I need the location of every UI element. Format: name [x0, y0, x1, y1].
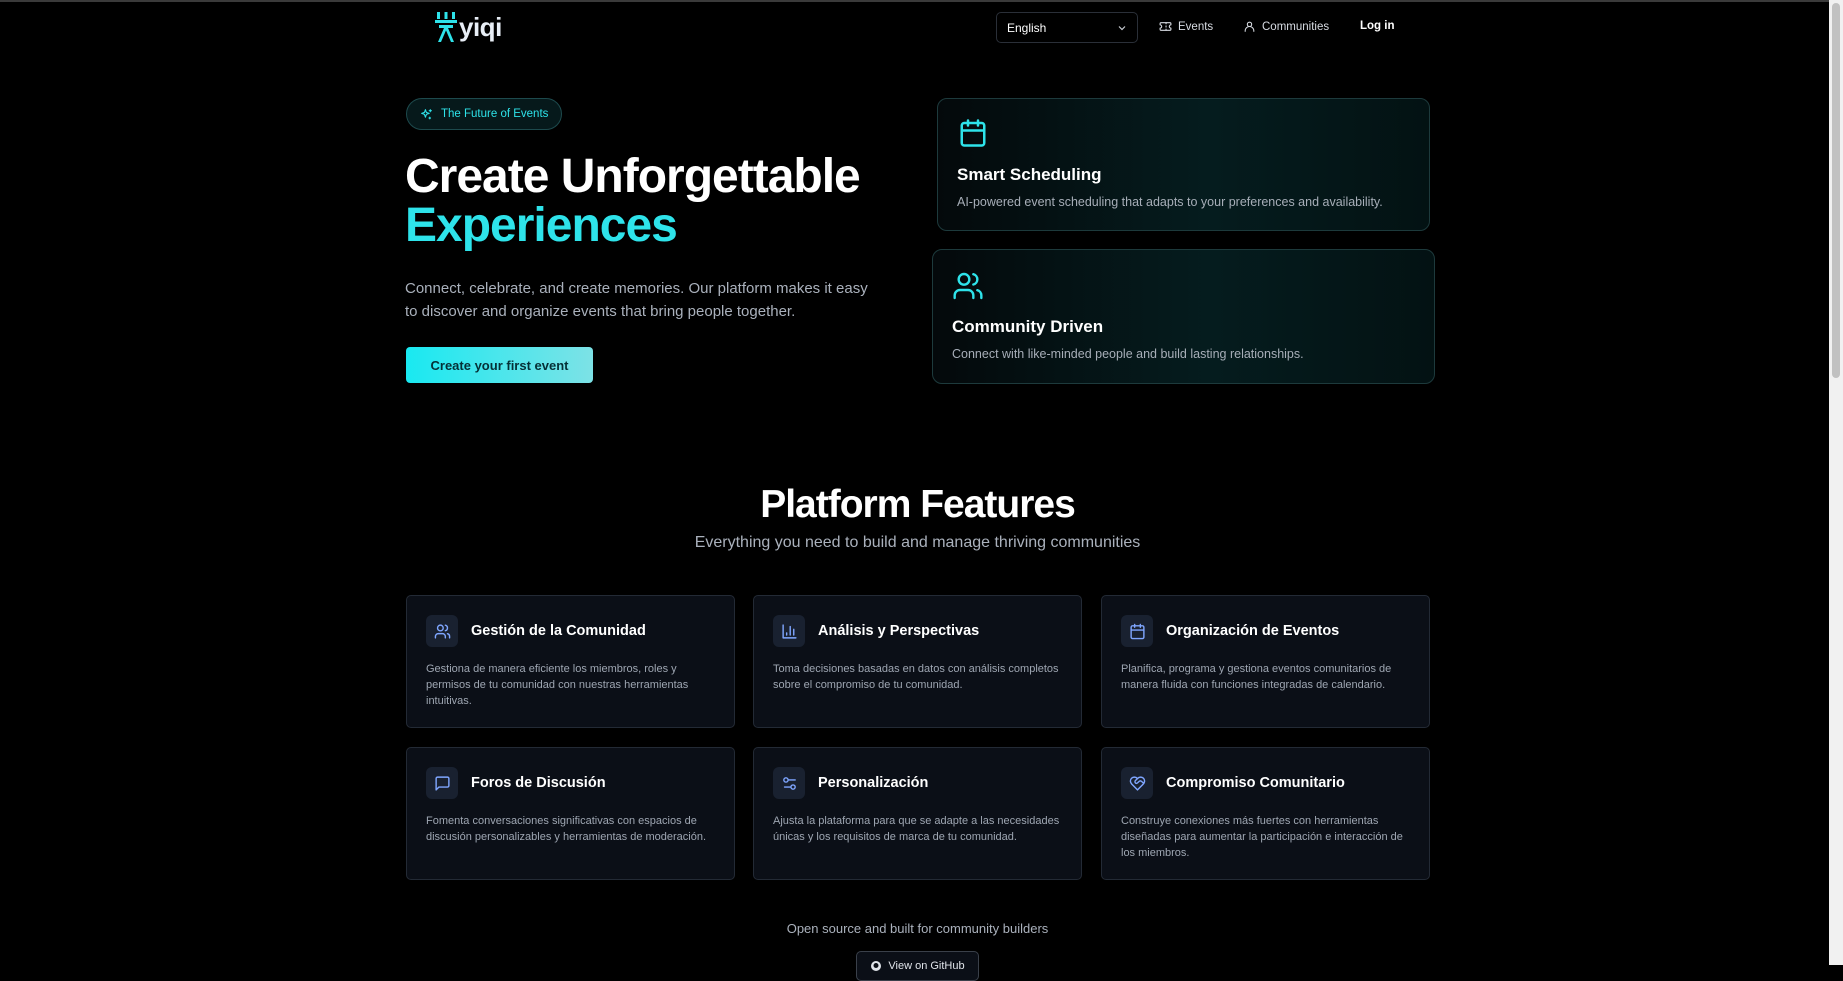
smart-scheduling-title: Smart Scheduling — [957, 165, 1102, 184]
create-first-event-button[interactable]: Create your first event — [406, 347, 593, 383]
github-icon — [871, 961, 882, 971]
logo-mark-icon — [435, 12, 457, 42]
features-heading: Platform Features — [760, 483, 1076, 526]
feature-desc: Construye conexiones más fuertes con her… — [1121, 815, 1403, 859]
feature-desc: Toma decisiones basadas en datos con aná… — [773, 663, 1059, 691]
feature-card-customization: Personalización Ajusta la plataforma par… — [753, 747, 1082, 880]
smart-scheduling-desc: AI-powered event scheduling that adapts … — [957, 195, 1383, 209]
nav-communities-label: Communities — [1262, 20, 1330, 33]
scrollbar-thumb[interactable] — [1832, 3, 1840, 378]
feature-title: Foros de Discusión — [471, 775, 606, 791]
feature-card-analytics: Análisis y Perspectivas Toma decisiones … — [753, 595, 1082, 728]
language-select-value: English — [1007, 20, 1047, 35]
feature-title: Organización de Eventos — [1166, 623, 1340, 639]
logo-text: yiqi — [459, 12, 502, 42]
feature-desc: Fomenta conversaciones significativas co… — [426, 815, 707, 843]
feature-card-community-management: Gestión de la Comunidad Gestiona de mane… — [406, 595, 735, 728]
login-link[interactable]: Log in — [1360, 20, 1395, 32]
future-badge-label: The Future of Events — [441, 108, 549, 120]
page-scrollbar[interactable] — [1829, 0, 1843, 965]
hero-title: Create Unforgettable Experiences — [405, 150, 861, 252]
language-select[interactable]: English — [996, 12, 1138, 43]
message-square-icon — [426, 767, 458, 799]
feature-desc: Planifica, programa y gestiona eventos c… — [1121, 663, 1392, 691]
hero-subtitle: Connect, celebrate, and create memories.… — [405, 280, 868, 320]
nav-events-label: Events — [1178, 20, 1214, 33]
feature-desc: Ajusta la plataforma para que se adapte … — [773, 815, 1060, 843]
view-on-github-button[interactable]: View on GitHub — [856, 951, 979, 981]
feature-card-event-organization: Organización de Eventos Planifica, progr… — [1101, 595, 1430, 728]
community-driven-title: Community Driven — [952, 317, 1104, 336]
users-icon — [953, 272, 983, 300]
community-driven-card: Community Driven Connect with like-minde… — [932, 249, 1435, 384]
nav-events[interactable]: Events — [1159, 20, 1213, 33]
calendar-icon — [1121, 615, 1153, 647]
nav-communities[interactable]: Communities — [1243, 20, 1329, 33]
smart-scheduling-card: Smart Scheduling AI-powered event schedu… — [937, 98, 1430, 231]
logo[interactable]: yiqi — [435, 11, 502, 43]
feature-title: Gestión de la Comunidad — [471, 623, 646, 639]
sparkles-icon — [421, 108, 432, 119]
open-source-text: Open source and built for community buil… — [786, 921, 1049, 936]
feature-card-discussion-forums: Foros de Discusión Fomenta conversacione… — [406, 747, 735, 880]
window-top-border — [0, 0, 1843, 2]
bar-chart-icon — [773, 615, 805, 647]
calendar-icon — [960, 119, 986, 147]
heart-handshake-icon — [1121, 767, 1153, 799]
features-subheading: Everything you need to build and manage … — [694, 534, 1141, 551]
future-badge: The Future of Events — [406, 98, 563, 130]
feature-title: Análisis y Perspectivas — [818, 623, 980, 639]
view-on-github-label: View on GitHub — [888, 960, 965, 972]
hero-title-line2: Experiences — [405, 199, 678, 252]
users-icon — [426, 615, 458, 647]
feature-desc: Gestiona de manera eficiente los miembro… — [426, 663, 689, 707]
feature-title: Personalización — [818, 775, 929, 791]
feature-title: Compromiso Comunitario — [1166, 775, 1345, 791]
hero-title-line1: Create Unforgettable — [405, 150, 861, 203]
chevron-down-icon — [1118, 25, 1126, 30]
user-icon — [1244, 21, 1255, 32]
community-driven-desc: Connect with like-minded people and buil… — [952, 347, 1304, 361]
feature-card-community-engagement: Compromiso Comunitario Construye conexio… — [1101, 747, 1430, 880]
sliders-icon — [773, 767, 805, 799]
ticket-icon — [1159, 22, 1172, 31]
